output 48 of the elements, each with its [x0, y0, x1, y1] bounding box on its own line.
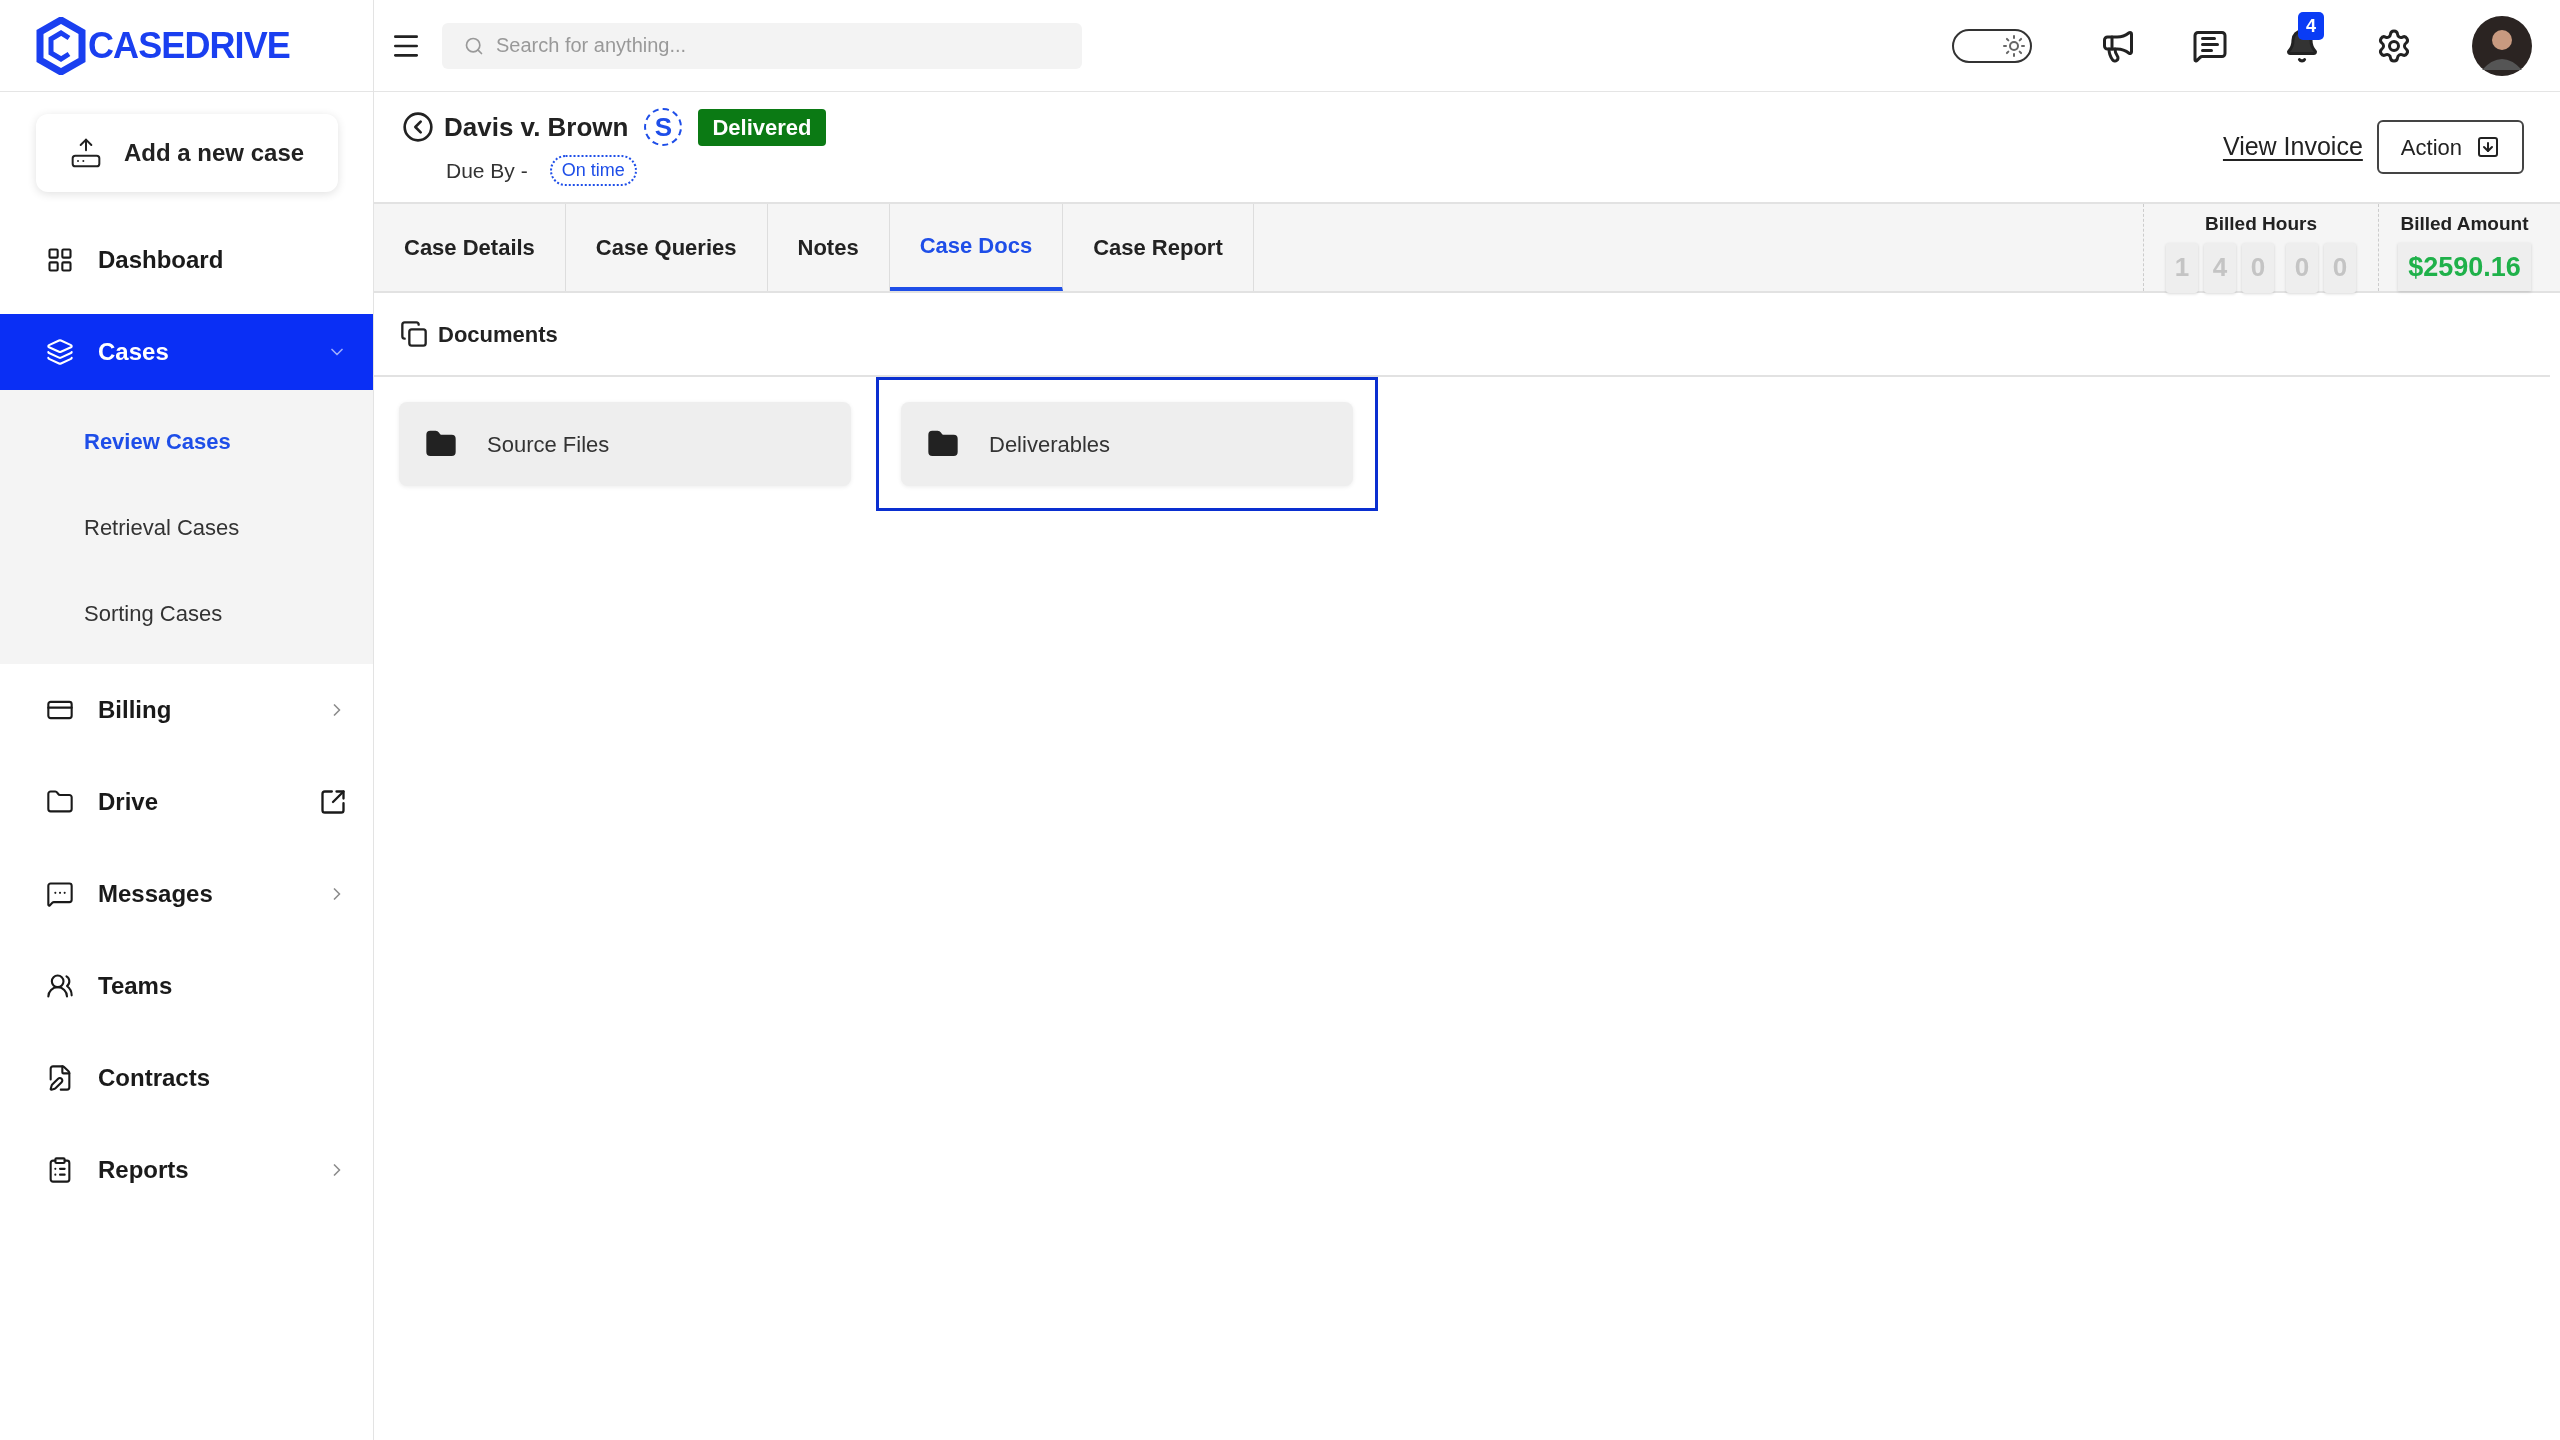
add-case-button[interactable]: Add a new case — [36, 114, 338, 192]
sidebar-item[interactable]: Contracts — [0, 1040, 373, 1116]
submenu-item[interactable]: Review Cases — [0, 398, 373, 484]
sidebar-item[interactable]: Cases — [0, 314, 373, 390]
layers-icon — [46, 338, 74, 366]
external-link-icon — [319, 788, 347, 816]
upload-icon — [70, 137, 102, 169]
chat-icon — [46, 880, 74, 908]
billed-amount-value: $2590.16 — [2398, 242, 2531, 291]
logo-text: CASEDRIVE — [88, 23, 290, 68]
people-icon — [46, 972, 74, 1000]
submenu-item[interactable]: Retrieval Cases — [0, 484, 373, 570]
back-icon[interactable] — [402, 111, 434, 144]
case-title: Davis v. Brown — [444, 110, 629, 144]
documents-icon — [400, 320, 428, 348]
search-field[interactable]: Search for anything... — [442, 22, 1082, 69]
billed-hours-label: Billed Hours — [2205, 212, 2317, 236]
assignee-initial: S — [644, 108, 683, 147]
due-label: Due By - — [446, 157, 528, 184]
sidebar-item[interactable]: Drive — [0, 764, 373, 840]
documents-title: Documents — [438, 320, 558, 349]
sidebar-item[interactable]: Reports — [0, 1132, 373, 1208]
grid-icon — [46, 246, 74, 274]
status-badge: Delivered — [698, 108, 826, 146]
tab[interactable]: Case Report — [1063, 204, 1254, 291]
logo-hexagon-icon — [36, 16, 86, 75]
tab[interactable]: Notes — [767, 204, 890, 291]
action-button[interactable]: Action — [2376, 120, 2524, 174]
sidebar-item[interactable]: Teams — [0, 948, 373, 1024]
sidebar-item[interactable]: Dashboard — [0, 222, 373, 298]
sidebar-item[interactable]: Messages — [0, 856, 373, 932]
billed-amount-label: Billed Amount — [2400, 212, 2529, 236]
tab[interactable]: Case Details — [374, 204, 566, 291]
sun-icon — [2002, 33, 2026, 58]
settings-icon[interactable] — [2376, 27, 2412, 64]
notification-badge: 4 — [2298, 11, 2324, 40]
folder-card[interactable]: Source Files — [399, 402, 851, 486]
search-icon — [464, 35, 484, 56]
due-status-badge: On time — [549, 155, 637, 186]
folder-card[interactable]: Deliverables — [901, 402, 1353, 486]
tab[interactable]: Case Queries — [565, 204, 768, 291]
theme-toggle[interactable] — [1952, 28, 2032, 63]
sidebar-item[interactable]: Billing — [0, 672, 373, 748]
view-invoice-link[interactable]: View Invoice — [2222, 128, 2363, 166]
avatar[interactable] — [2472, 15, 2532, 76]
download-icon — [2476, 135, 2500, 159]
submenu-item[interactable]: Sorting Cases — [0, 570, 373, 656]
tab[interactable]: Case Docs — [889, 204, 1064, 291]
